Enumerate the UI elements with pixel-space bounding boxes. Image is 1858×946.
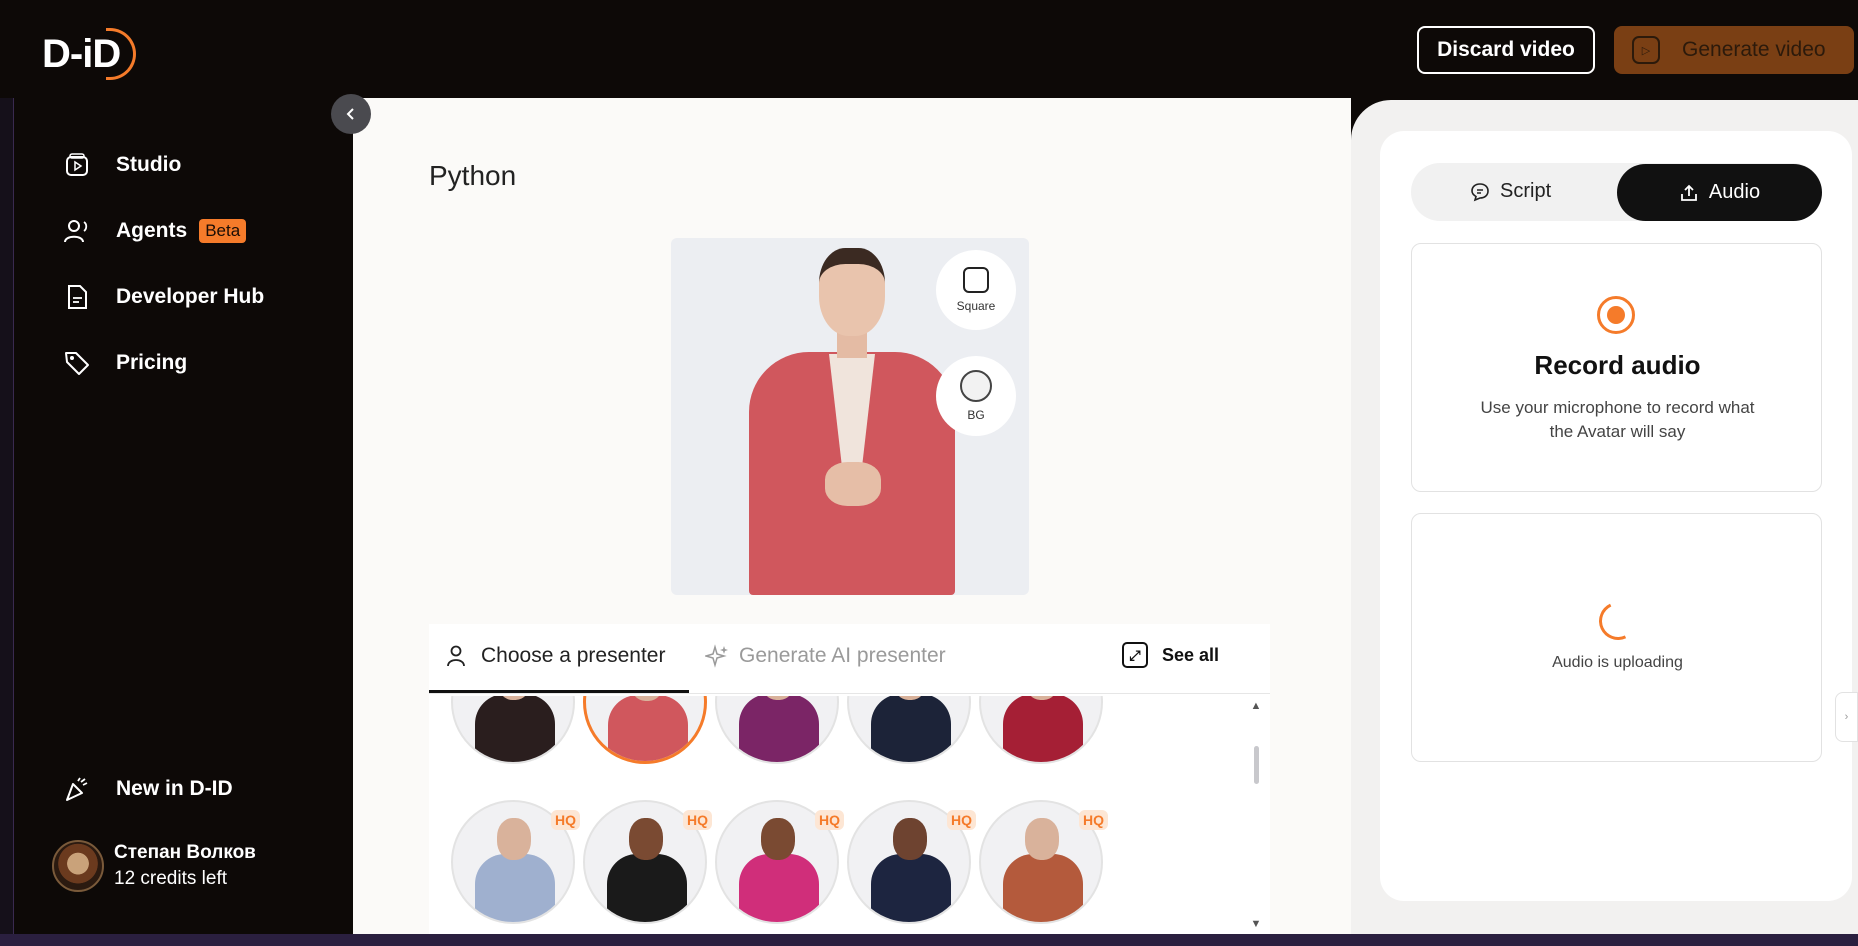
collapse-sidebar-button[interactable] — [331, 94, 371, 134]
studio-icon — [62, 150, 92, 180]
upload-status: Audio is uploading — [1552, 654, 1683, 671]
bg-label: BG — [967, 408, 985, 422]
see-all-button[interactable]: ⤢ See all — [1122, 642, 1219, 668]
presenter-tabs: Choose a presenter Generate AI presenter… — [429, 624, 1270, 694]
presenter-thumb[interactable] — [715, 696, 839, 764]
presenter-panel: Choose a presenter Generate AI presenter… — [429, 624, 1270, 934]
side-panel-toggle[interactable]: › — [1835, 692, 1858, 742]
tab-script[interactable]: Script — [1470, 180, 1551, 203]
upload-audio-card[interactable]: Audio is uploading — [1411, 513, 1822, 762]
presenter-image — [735, 248, 965, 595]
active-tab-indicator — [429, 690, 689, 693]
tag-icon — [62, 348, 92, 378]
top-bar: D-iD Discard video ▷ Generate video — [0, 0, 1858, 98]
tab-label: Script — [1500, 180, 1552, 202]
upload-icon — [1681, 184, 1697, 201]
page-title[interactable]: Python — [429, 160, 516, 192]
tab-choose-presenter[interactable]: Choose a presenter — [445, 644, 665, 668]
presenter-thumb-selected[interactable] — [583, 696, 707, 764]
credits-left: 12 credits left — [114, 868, 227, 889]
hq-badge: HQ — [551, 810, 580, 830]
chat-icon — [1471, 182, 1489, 201]
presenter-scrollbar[interactable]: ▲ ▼ — [1249, 696, 1263, 934]
hq-badge: HQ — [947, 810, 976, 830]
expand-icon: ⤢ — [1122, 642, 1148, 668]
generate-video-label: Generate video — [1682, 38, 1826, 61]
sidebar: Studio Agents Beta Developer Hub Pricing… — [14, 98, 353, 934]
hq-badge: HQ — [815, 810, 844, 830]
generate-video-button[interactable]: ▷ Generate video — [1614, 26, 1854, 74]
logo-arc — [106, 28, 137, 80]
record-audio-title: Record audio — [1534, 350, 1701, 380]
square-format-button[interactable]: Square — [936, 250, 1016, 330]
document-icon — [62, 282, 92, 312]
video-icon: ▷ — [1632, 36, 1660, 64]
hq-badge: HQ — [1079, 810, 1108, 830]
presenter-grid: HQ HQ HQ HQ HQ ▲ ▼ — [429, 696, 1270, 934]
chevron-left-icon — [346, 108, 354, 120]
sidebar-item-pricing[interactable]: Pricing — [62, 348, 187, 378]
tab-generate-ai-presenter[interactable]: Generate AI presenter — [705, 644, 946, 668]
sidebar-item-label: Pricing — [116, 351, 188, 374]
user-name: Степан Волков — [114, 842, 256, 863]
beta-badge: Beta — [199, 219, 247, 243]
sidebar-item-label: New in D-ID — [116, 777, 233, 800]
user-profile[interactable]: Степан Волков 12 credits left — [52, 840, 256, 892]
presenter-thumb[interactable] — [847, 696, 971, 764]
background-button[interactable]: BG — [936, 356, 1016, 436]
avatar — [52, 840, 104, 892]
tab-audio[interactable]: Audio — [1617, 164, 1822, 221]
main-content: Python Square BG Choose a presenter Gene… — [353, 98, 1351, 934]
sparkle-icon — [705, 644, 728, 668]
circle-icon — [960, 370, 992, 402]
party-popper-icon — [62, 774, 92, 804]
sidebar-item-label: Developer Hub — [116, 285, 265, 308]
discard-video-button[interactable]: Discard video — [1417, 26, 1595, 74]
tab-label: Choose a presenter — [481, 644, 666, 667]
chevron-down-icon[interactable]: ▼ — [1249, 918, 1263, 930]
taskbar-strip — [0, 934, 1858, 946]
d-id-logo[interactable]: D-iD — [42, 28, 137, 80]
person-icon — [447, 645, 465, 667]
presenter-preview: Square BG — [671, 238, 1029, 595]
sidebar-item-studio[interactable]: Studio — [62, 150, 181, 180]
tab-label: Generate AI presenter — [739, 644, 946, 667]
sidebar-item-agents[interactable]: Agents Beta — [62, 216, 247, 246]
loading-spinner-icon — [1593, 596, 1643, 646]
see-all-label: See all — [1162, 644, 1220, 665]
left-edge-strip — [0, 0, 14, 946]
sidebar-item-label: Studio — [116, 153, 182, 176]
tab-label: Audio — [1708, 181, 1761, 203]
sidebar-item-developer-hub[interactable]: Developer Hub — [62, 282, 264, 312]
square-label: Square — [956, 299, 996, 313]
record-audio-description: Use your microphone to record what the A… — [1480, 398, 1755, 441]
sidebar-item-label: Agents — [116, 219, 188, 242]
record-audio-card[interactable]: Record audio Use your microphone to reco… — [1411, 243, 1822, 492]
sidebar-item-new-in-d-id[interactable]: New in D-ID — [62, 774, 233, 804]
agents-icon — [62, 216, 92, 246]
record-icon — [1597, 296, 1635, 334]
chevron-right-icon: › — [1844, 711, 1849, 723]
square-icon — [963, 267, 989, 293]
presenter-thumb[interactable] — [979, 696, 1103, 764]
chevron-up-icon[interactable]: ▲ — [1249, 700, 1263, 712]
scrollbar-thumb[interactable] — [1254, 746, 1259, 784]
hq-badge: HQ — [683, 810, 712, 830]
presenter-thumb[interactable] — [451, 696, 575, 764]
